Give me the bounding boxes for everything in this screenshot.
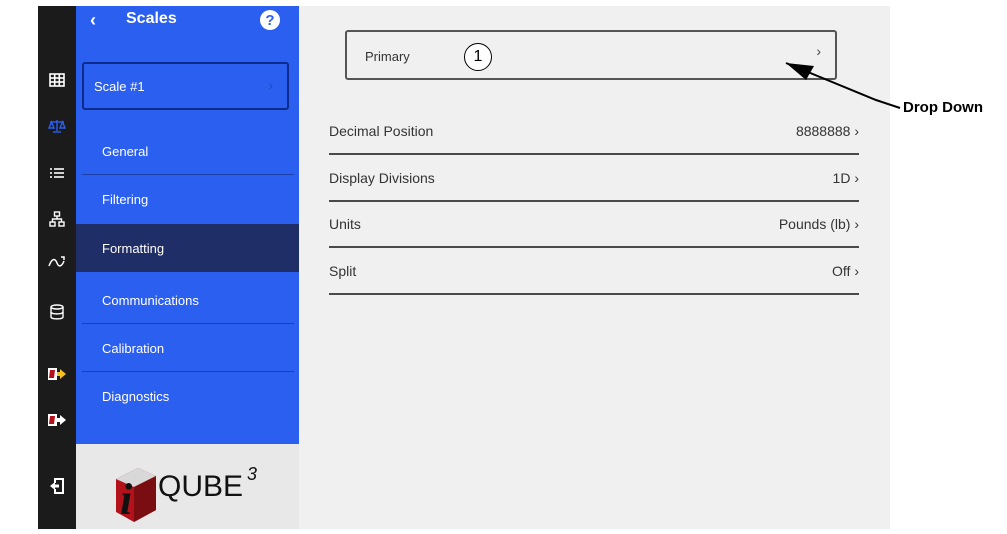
annotation-arrow xyxy=(785,62,901,109)
annotation-label: Drop Down xyxy=(903,99,983,116)
